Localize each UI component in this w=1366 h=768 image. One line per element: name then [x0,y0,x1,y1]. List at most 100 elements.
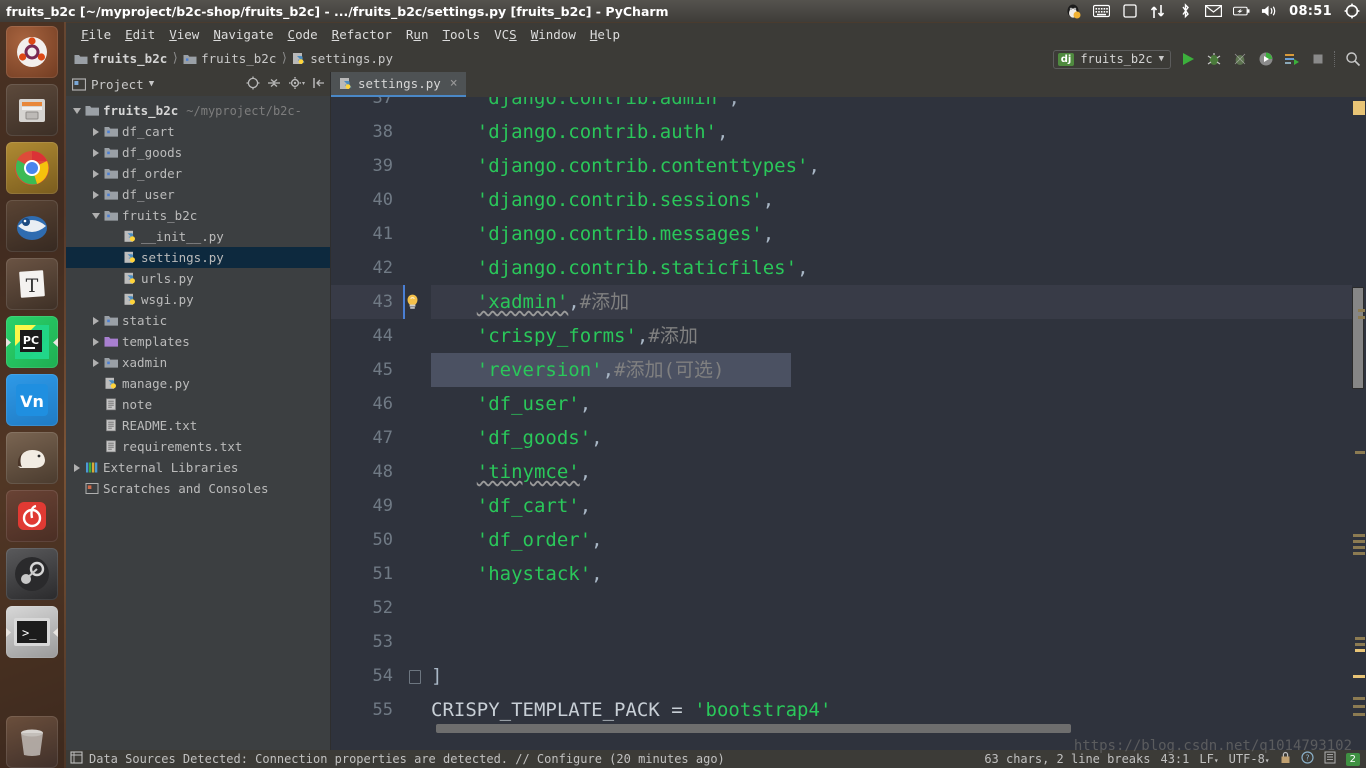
chevron-down-icon[interactable] [89,212,103,219]
code-fold-icon[interactable] [409,670,421,684]
code-line[interactable]: 'xadmin',#添加 [431,285,629,319]
pycharm-icon[interactable]: PC [6,316,58,368]
code-text[interactable]: 'django.contrib.admin', 'django.contrib.… [403,97,1366,750]
tree-item-manage-py[interactable]: manage.py [66,373,330,394]
intention-bulb-icon[interactable] [405,294,420,315]
menu-run[interactable]: Run [399,27,436,42]
chevron-down-icon[interactable] [70,107,84,114]
mail-icon[interactable] [1205,3,1223,20]
settings-gear-icon[interactable] [288,76,305,93]
tree-item--init-py[interactable]: __init__.py [66,226,330,247]
stop-button[interactable] [1308,50,1327,69]
line-separator[interactable]: LF▾ [1199,752,1218,766]
code-line[interactable]: 'crispy_forms',#添加 [431,319,698,353]
breadcrumb-item-1[interactable]: fruits_b2c [183,51,276,66]
status-message[interactable]: Data Sources Detected: Connection proper… [89,752,725,766]
tree-item-note[interactable]: note [66,394,330,415]
file-encoding[interactable]: UTF-8▾ [1229,752,1270,766]
tree-item-external-libraries[interactable]: External Libraries [66,457,330,478]
square-icon[interactable] [1121,3,1138,20]
chevron-right-icon[interactable] [89,148,103,157]
chevron-down-icon[interactable]: ▼ [149,79,154,89]
code-line[interactable]: 'df_goods', [431,421,603,455]
tree-item-scratches-and-consoles[interactable]: Scratches and Consoles [66,478,330,499]
horizontal-scrollbar[interactable] [436,724,1071,733]
battery-icon[interactable] [1233,3,1250,20]
code-line[interactable]: 'df_order', [431,523,603,557]
menu-code[interactable]: Code [281,27,325,42]
tree-item-df-cart[interactable]: df_cart [66,121,330,142]
hide-panel-icon[interactable] [312,76,326,93]
menu-refactor[interactable]: Refactor [325,27,399,42]
tree-item-fruits-b2c[interactable]: fruits_b2c [66,205,330,226]
steam-icon[interactable] [6,548,58,600]
tab-settings-py[interactable]: settings.py × [331,72,466,97]
locate-target-icon[interactable] [246,76,260,93]
scrollbar-thumb[interactable] [1352,287,1364,389]
tree-item-xadmin[interactable]: xadmin [66,352,330,373]
code-line[interactable]: 'reversion',#添加(可选) [431,353,725,387]
code-line[interactable]: 'django.contrib.staticfiles', [431,251,809,285]
search-everywhere-button[interactable] [1343,50,1362,69]
code-line[interactable]: 'django.contrib.messages', [431,217,774,251]
gutter-icons[interactable] [403,97,431,750]
close-icon[interactable]: × [450,76,458,91]
chevron-right-icon[interactable] [89,190,103,199]
editor-gutter[interactable]: 37 38 39 40 41 42 43 44 45 46 47 48 49 50 51 52 53 54 55 [331,97,403,750]
menu-edit[interactable]: Edit [118,27,162,42]
event-log-icon[interactable] [1324,751,1336,767]
chevron-right-icon[interactable] [70,463,84,472]
network-updown-icon[interactable] [1149,3,1166,20]
code-line[interactable]: 'django.contrib.contenttypes', [431,149,820,183]
breadcrumb-item-0[interactable]: fruits_b2c [74,51,167,66]
text-editor-icon[interactable]: T [6,258,58,310]
coverage-button[interactable] [1230,50,1249,69]
chevron-right-icon[interactable] [89,127,103,136]
run-with-console-button[interactable] [1282,50,1301,69]
code-line[interactable]: CRISPY_TEMPLATE_PACK = 'bootstrap4' [431,693,831,727]
chevron-right-icon[interactable] [89,358,103,367]
status-badge[interactable]: 2 [1345,752,1360,766]
thunderbird-icon[interactable] [6,200,58,252]
tree-item-urls-py[interactable]: urls.py [66,268,330,289]
code-line[interactable]: 'django.contrib.auth', [431,115,729,149]
editor-scrollbar[interactable] [1352,97,1366,750]
collapse-all-icon[interactable] [267,76,281,93]
menu-file[interactable]: File [74,27,118,42]
qq-icon[interactable] [1065,3,1082,20]
files-icon[interactable] [6,84,58,136]
netease-music-icon[interactable] [6,490,58,542]
code-line[interactable]: 'tinymce', [431,455,591,489]
run-configuration-selector[interactable]: dj fruits_b2c ▼ [1052,49,1171,69]
project-panel-title[interactable]: Project ▼ [72,77,154,92]
lock-icon[interactable] [1280,751,1291,767]
marker-warning-top[interactable] [1353,101,1365,115]
chevron-right-icon[interactable] [89,169,103,178]
tree-item-static[interactable]: static [66,310,330,331]
tree-item-requirements-txt[interactable]: requirements.txt [66,436,330,457]
chevron-right-icon[interactable] [89,337,103,346]
ubuntu-dash-icon[interactable] [6,26,58,78]
breadcrumb-item-2[interactable]: settings.py [292,51,393,66]
bluetooth-icon[interactable] [1177,3,1194,20]
vnc-viewer-icon[interactable]: Vn [6,374,58,426]
tree-item-df-order[interactable]: df_order [66,163,330,184]
caret-position[interactable]: 43:1 [1160,752,1189,766]
tree-item-readme-txt[interactable]: README.txt [66,415,330,436]
menu-view[interactable]: View [162,27,206,42]
menu-vcs[interactable]: VCS [487,27,524,42]
run-button[interactable] [1178,50,1197,69]
volume-icon[interactable] [1261,3,1278,20]
chevron-right-icon[interactable] [89,316,103,325]
tree-item-settings-py[interactable]: settings.py [66,247,330,268]
debug-button[interactable] [1204,50,1223,69]
code-line[interactable]: 'df_cart', [431,489,591,523]
tree-item-templates[interactable]: templates [66,331,330,352]
menu-tools[interactable]: Tools [435,27,487,42]
clock[interactable]: 08:51 [1289,4,1332,19]
keyboard-icon[interactable] [1093,3,1111,20]
tree-item-df-goods[interactable]: df_goods [66,142,330,163]
chevron-down-icon[interactable]: ▼ [1159,54,1164,64]
tree-item-wsgi-py[interactable]: wsgi.py [66,289,330,310]
menu-window[interactable]: Window [524,27,583,42]
